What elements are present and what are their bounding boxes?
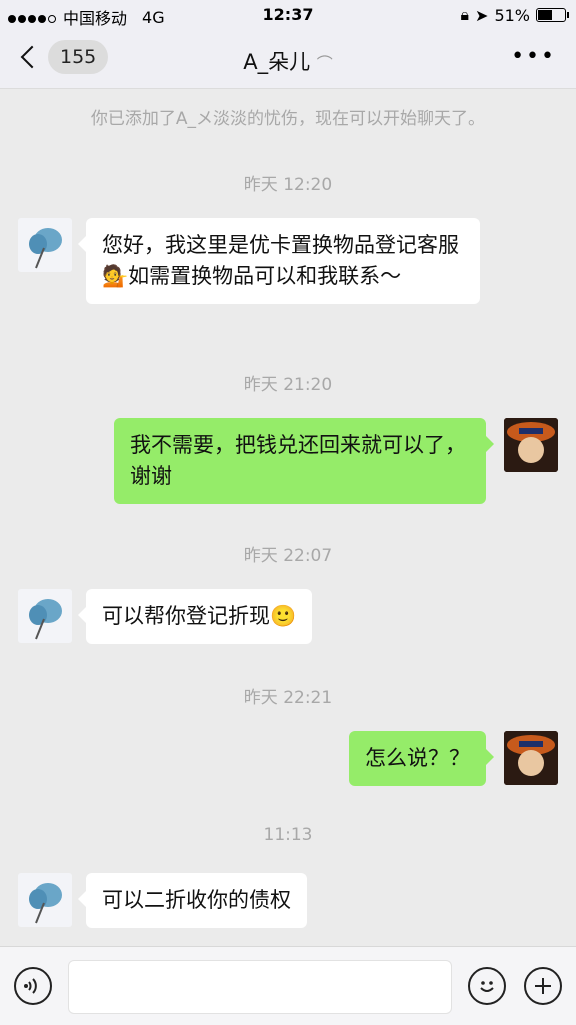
flower-icon	[29, 883, 62, 924]
message-bubble-outgoing[interactable]: 怎么说？？	[349, 731, 494, 786]
status-right: 🔒︎ ➤ 51%	[460, 5, 569, 25]
more-button[interactable]: •••	[511, 44, 556, 69]
input-bar	[0, 946, 576, 1025]
chat-title-text: A_朵儿	[243, 50, 311, 74]
avatar[interactable]	[18, 873, 72, 927]
system-message: 你已添加了A_メ淡淡的忧伤，现在可以开始聊天了。	[90, 109, 486, 129]
anime-avatar-icon	[504, 731, 558, 785]
battery-icon	[536, 8, 569, 22]
message-bubble-incoming[interactable]: 可以二折收你的债权	[78, 873, 307, 928]
timestamp: 11:13	[263, 825, 313, 845]
avatar[interactable]	[504, 418, 558, 472]
message-bubble-incoming[interactable]: 可以帮你登记折现🙂	[77, 589, 313, 644]
timestamp: 昨天 22:07	[243, 546, 333, 566]
ear-icon: ⌒	[316, 54, 333, 73]
avatar[interactable]	[18, 218, 72, 272]
battery-label: 51%	[494, 5, 530, 25]
voice-button[interactable]	[14, 967, 52, 1005]
status-bar: 中国移动 4G 12:37 🔒︎ ➤ 51%	[0, 0, 576, 30]
anime-avatar-icon	[504, 418, 558, 472]
orientation-lock-icon: 🔒︎	[460, 5, 470, 24]
flower-icon	[29, 228, 62, 269]
timestamp: 昨天 21:20	[243, 375, 333, 395]
plus-icon	[535, 978, 551, 994]
emoji-icon	[480, 981, 494, 992]
message-bubble-outgoing[interactable]: 我不需要，把钱兑还回来就可以了，谢谢	[114, 418, 494, 504]
message-bubble-incoming[interactable]: 您好，我这里是优卡置换物品登记客服💁如需置换物品可以和我联系～	[78, 218, 480, 304]
avatar[interactable]	[18, 589, 72, 643]
nav-bar: 155 A_朵儿 ⌒ •••	[0, 30, 576, 89]
plus-button[interactable]	[524, 967, 562, 1005]
emoji-button[interactable]	[468, 967, 506, 1005]
location-icon: ➤	[475, 5, 489, 25]
timestamp: 昨天 12:20	[243, 175, 333, 195]
message-input[interactable]	[68, 960, 452, 1014]
timestamp: 昨天 22:21	[243, 688, 333, 708]
voice-icon	[24, 978, 37, 994]
chat-title: A_朵儿 ⌒	[0, 46, 576, 76]
flower-icon	[29, 599, 62, 640]
avatar[interactable]	[504, 731, 558, 785]
